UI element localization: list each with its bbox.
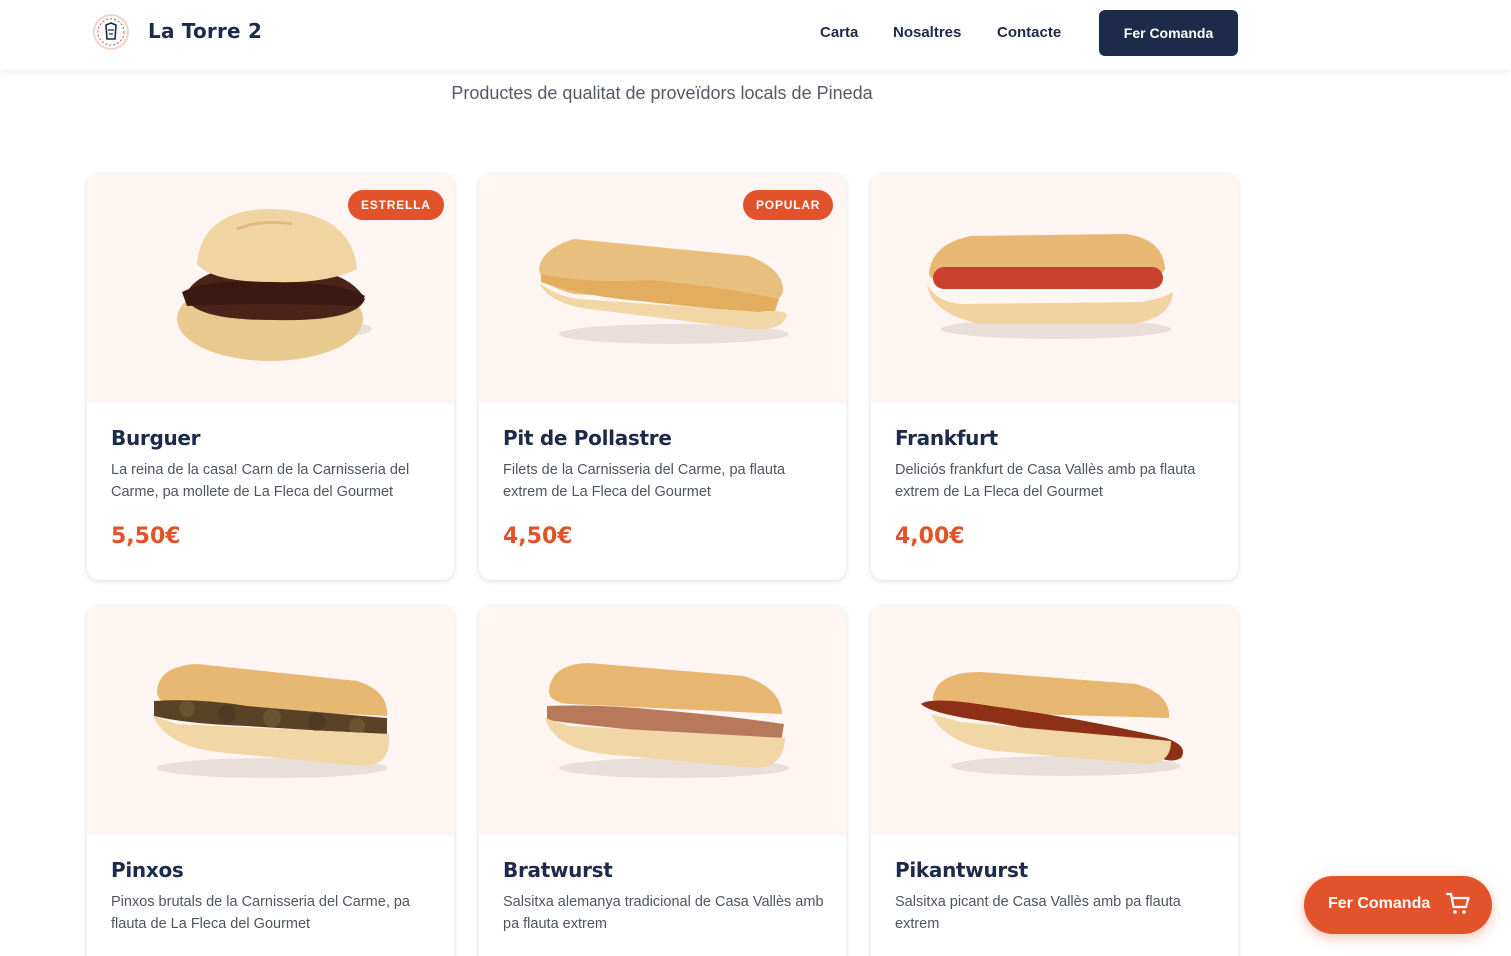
brand-name[interactable]: La Torre 2 xyxy=(148,19,262,43)
product-name: Bratwurst xyxy=(503,858,613,882)
product-card-bratwurst[interactable]: Bratwurst Salsitxa alemanya tradicional … xyxy=(479,606,846,956)
product-card-pinxos[interactable]: Pinxos Pinxos brutals de la Carnisseria … xyxy=(87,606,454,956)
section-subtitle: Productes de qualitat de proveïdors loca… xyxy=(451,83,873,103)
product-name: Pikantwurst xyxy=(895,858,1028,882)
site-header: La Torre 2 Carta Nosaltres Contacte Fer … xyxy=(0,0,1511,70)
product-image xyxy=(871,606,1238,835)
floating-order-button[interactable]: Fer Comanda xyxy=(1304,876,1492,934)
product-card-pit-de-pollastre[interactable]: POPULAR Pit de Pollastre Filets de la Ca… xyxy=(479,174,846,580)
product-price: 4,50€ xyxy=(503,524,573,549)
floating-order-label: Fer Comanda xyxy=(1328,895,1431,912)
nav-contacte[interactable]: Contacte xyxy=(997,24,1061,41)
badge-popular: POPULAR xyxy=(743,190,834,220)
product-card-burguer[interactable]: ESTRELLA Burguer La reina de la casa! Ca… xyxy=(87,174,454,580)
product-price: 5,50€ xyxy=(111,524,181,549)
product-card-frankfurt[interactable]: Frankfurt Deliciós frankfurt de Casa Val… xyxy=(871,174,1238,580)
product-description: Salsitxa alemanya tradicional de Casa Va… xyxy=(503,894,824,932)
cart-icon xyxy=(1445,892,1470,914)
logo-icon xyxy=(97,18,125,46)
product-image xyxy=(479,606,846,835)
product-name: Pit de Pollastre xyxy=(503,426,672,450)
product-description: Pinxos brutals de la Carnisseria del Car… xyxy=(111,894,410,932)
order-button[interactable]: Fer Comanda xyxy=(1099,10,1238,56)
badge-estrella: ESTRELLA xyxy=(348,190,444,220)
product-description: Deliciós frankfurt de Casa Vallès amb pa… xyxy=(895,462,1196,500)
product-name: Pinxos xyxy=(111,858,184,882)
logo[interactable] xyxy=(93,14,129,50)
product-image xyxy=(87,606,454,835)
product-description: La reina de la casa! Carn de la Carnisse… xyxy=(111,462,410,500)
nav-nosaltres[interactable]: Nosaltres xyxy=(893,24,961,41)
product-name: Frankfurt xyxy=(895,426,998,450)
product-price: 4,00€ xyxy=(895,524,965,549)
product-image xyxy=(871,174,1238,403)
product-card-pikantwurst[interactable]: Pikantwurst Salsitxa picant de Casa Vall… xyxy=(871,606,1238,956)
product-description: Salsitxa picant de Casa Vallès amb pa fl… xyxy=(895,894,1181,932)
product-name: Burguer xyxy=(111,426,201,450)
nav-carta[interactable]: Carta xyxy=(820,24,858,41)
product-description: Filets de la Carnisseria del Carme, pa f… xyxy=(503,462,786,500)
